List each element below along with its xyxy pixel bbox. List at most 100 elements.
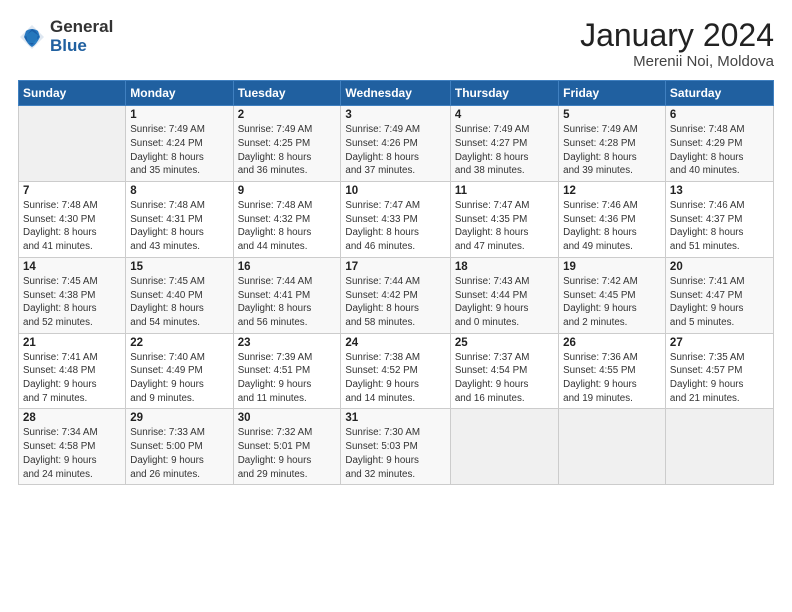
day-info: Sunrise: 7:37 AMSunset: 4:54 PMDaylight:… [455, 351, 554, 406]
calendar-cell: 20Sunrise: 7:41 AMSunset: 4:47 PMDayligh… [665, 257, 773, 333]
day-info: Sunrise: 7:45 AMSunset: 4:40 PMDaylight:… [130, 275, 228, 330]
day-number: 5 [563, 109, 661, 121]
calendar-header-row: Sunday Monday Tuesday Wednesday Thursday… [19, 81, 774, 106]
calendar-cell [665, 409, 773, 485]
calendar-week-row-1: 7 Sunrise: 7:48 AMSunset: 4:30 PMDaylight… [19, 182, 774, 258]
calendar-cell: 12Sunrise: 7:46 AMSunset: 4:36 PMDayligh… [559, 182, 666, 258]
day-info: Sunrise: 7:49 AMSunset: 4:24 PMDaylight:… [130, 123, 228, 178]
day-number: 31 [345, 412, 445, 424]
day-number: 20 [670, 261, 769, 273]
col-wednesday: Wednesday [341, 81, 450, 106]
day-number: 1 [130, 109, 228, 121]
day-info: Sunrise: 7:42 AMSunset: 4:45 PMDaylight:… [563, 275, 661, 330]
day-info: Sunrise: 7:32 AMSunset: 5:01 PMDaylight:… [238, 426, 337, 481]
calendar-cell: 13 Sunrise: 7:46 AMSunset: 4:37 PMDayligh… [665, 182, 773, 258]
page: General Blue January 2024 Merenii Noi, M… [0, 0, 792, 612]
calendar-table: Sunday Monday Tuesday Wednesday Thursday… [18, 80, 774, 485]
calendar-cell: 3Sunrise: 7:49 AMSunset: 4:26 PMDaylight… [341, 106, 450, 182]
calendar-cell: 25 Sunrise: 7:37 AMSunset: 4:54 PMDayligh… [450, 333, 558, 409]
day-number: 8 [130, 185, 228, 197]
col-saturday: Saturday [665, 81, 773, 106]
day-number: 26 [563, 337, 661, 349]
col-thursday: Thursday [450, 81, 558, 106]
calendar-cell: 2 Sunrise: 7:49 AMSunset: 4:25 PMDaylight… [233, 106, 341, 182]
day-number: 25 [455, 337, 554, 349]
calendar-cell [19, 106, 126, 182]
day-info: Sunrise: 7:47 AMSunset: 4:33 PMDaylight:… [345, 199, 445, 254]
day-number: 16 [238, 261, 337, 273]
calendar-cell: 27Sunrise: 7:35 AMSunset: 4:57 PMDayligh… [665, 333, 773, 409]
day-info: Sunrise: 7:45 AMSunset: 4:38 PMDaylight:… [23, 275, 121, 330]
logo-text: General Blue [50, 18, 113, 55]
logo-general: General [50, 18, 113, 37]
day-info: Sunrise: 7:30 AMSunset: 5:03 PMDaylight:… [345, 426, 445, 481]
day-number: 23 [238, 337, 337, 349]
col-sunday: Sunday [19, 81, 126, 106]
day-number: 6 [670, 109, 769, 121]
day-info: Sunrise: 7:33 AMSunset: 5:00 PMDaylight:… [130, 426, 228, 481]
day-number: 13 [670, 185, 769, 197]
calendar-cell: 17 Sunrise: 7:44 AMSunset: 4:42 PMDayligh… [341, 257, 450, 333]
day-info: Sunrise: 7:34 AMSunset: 4:58 PMDaylight:… [23, 426, 121, 481]
day-info: Sunrise: 7:36 AMSunset: 4:55 PMDaylight:… [563, 351, 661, 406]
calendar-cell: 14 Sunrise: 7:45 AMSunset: 4:38 PMDayligh… [19, 257, 126, 333]
calendar-week-row-0: 1 Sunrise: 7:49 AMSunset: 4:24 PMDaylight… [19, 106, 774, 182]
calendar-cell: 9 Sunrise: 7:48 AMSunset: 4:32 PMDaylight… [233, 182, 341, 258]
calendar-cell [450, 409, 558, 485]
day-info: Sunrise: 7:47 AMSunset: 4:35 PMDaylight:… [455, 199, 554, 254]
day-number: 14 [23, 261, 121, 273]
day-number: 17 [345, 261, 445, 273]
calendar-cell: 26 Sunrise: 7:36 AMSunset: 4:55 PMDayligh… [559, 333, 666, 409]
day-number: 7 [23, 185, 121, 197]
day-number: 21 [23, 337, 121, 349]
calendar-cell: 28 Sunrise: 7:34 AMSunset: 4:58 PMDayligh… [19, 409, 126, 485]
day-info: Sunrise: 7:46 AMSunset: 4:36 PMDaylight:… [563, 199, 661, 254]
calendar-cell: 24 Sunrise: 7:38 AMSunset: 4:52 PMDayligh… [341, 333, 450, 409]
calendar-cell: 6 Sunrise: 7:48 AMSunset: 4:29 PMDaylight… [665, 106, 773, 182]
day-info: Sunrise: 7:44 AMSunset: 4:41 PMDaylight:… [238, 275, 337, 330]
calendar-cell: 30 Sunrise: 7:32 AMSunset: 5:01 PMDayligh… [233, 409, 341, 485]
day-info: Sunrise: 7:38 AMSunset: 4:52 PMDaylight:… [345, 351, 445, 406]
day-number: 15 [130, 261, 228, 273]
calendar-cell: 11 Sunrise: 7:47 AMSunset: 4:35 PMDayligh… [450, 182, 558, 258]
day-info: Sunrise: 7:43 AMSunset: 4:44 PMDaylight:… [455, 275, 554, 330]
day-info: Sunrise: 7:48 AMSunset: 4:30 PMDaylight:… [23, 199, 121, 254]
calendar-cell: 29Sunrise: 7:33 AMSunset: 5:00 PMDayligh… [126, 409, 233, 485]
day-number: 11 [455, 185, 554, 197]
calendar-cell: 19Sunrise: 7:42 AMSunset: 4:45 PMDayligh… [559, 257, 666, 333]
logo: General Blue [18, 18, 113, 55]
calendar-cell: 18 Sunrise: 7:43 AMSunset: 4:44 PMDayligh… [450, 257, 558, 333]
day-number: 28 [23, 412, 121, 424]
main-title: January 2024 [580, 18, 774, 53]
day-info: Sunrise: 7:48 AMSunset: 4:29 PMDaylight:… [670, 123, 769, 178]
day-number: 30 [238, 412, 337, 424]
logo-blue: Blue [50, 37, 113, 56]
calendar-cell: 16 Sunrise: 7:44 AMSunset: 4:41 PMDayligh… [233, 257, 341, 333]
day-info: Sunrise: 7:41 AMSunset: 4:48 PMDaylight:… [23, 351, 121, 406]
day-info: Sunrise: 7:49 AMSunset: 4:26 PMDaylight:… [345, 123, 445, 178]
day-info: Sunrise: 7:49 AMSunset: 4:27 PMDaylight:… [455, 123, 554, 178]
calendar-cell: 10Sunrise: 7:47 AMSunset: 4:33 PMDayligh… [341, 182, 450, 258]
day-info: Sunrise: 7:49 AMSunset: 4:25 PMDaylight:… [238, 123, 337, 178]
day-number: 9 [238, 185, 337, 197]
day-info: Sunrise: 7:48 AMSunset: 4:32 PMDaylight:… [238, 199, 337, 254]
calendar-cell: 15 Sunrise: 7:45 AMSunset: 4:40 PMDayligh… [126, 257, 233, 333]
day-info: Sunrise: 7:48 AMSunset: 4:31 PMDaylight:… [130, 199, 228, 254]
calendar-cell: 23 Sunrise: 7:39 AMSunset: 4:51 PMDayligh… [233, 333, 341, 409]
col-tuesday: Tuesday [233, 81, 341, 106]
day-number: 18 [455, 261, 554, 273]
col-monday: Monday [126, 81, 233, 106]
day-info: Sunrise: 7:39 AMSunset: 4:51 PMDaylight:… [238, 351, 337, 406]
calendar-cell: 21 Sunrise: 7:41 AMSunset: 4:48 PMDayligh… [19, 333, 126, 409]
day-info: Sunrise: 7:40 AMSunset: 4:49 PMDaylight:… [130, 351, 228, 406]
calendar-week-row-2: 14 Sunrise: 7:45 AMSunset: 4:38 PMDayligh… [19, 257, 774, 333]
calendar-cell: 31 Sunrise: 7:30 AMSunset: 5:03 PMDayligh… [341, 409, 450, 485]
day-number: 4 [455, 109, 554, 121]
day-info: Sunrise: 7:44 AMSunset: 4:42 PMDaylight:… [345, 275, 445, 330]
day-number: 2 [238, 109, 337, 121]
day-info: Sunrise: 7:46 AMSunset: 4:37 PMDaylight:… [670, 199, 769, 254]
day-number: 24 [345, 337, 445, 349]
header: General Blue January 2024 Merenii Noi, M… [18, 18, 774, 70]
calendar-cell: 1 Sunrise: 7:49 AMSunset: 4:24 PMDaylight… [126, 106, 233, 182]
col-friday: Friday [559, 81, 666, 106]
